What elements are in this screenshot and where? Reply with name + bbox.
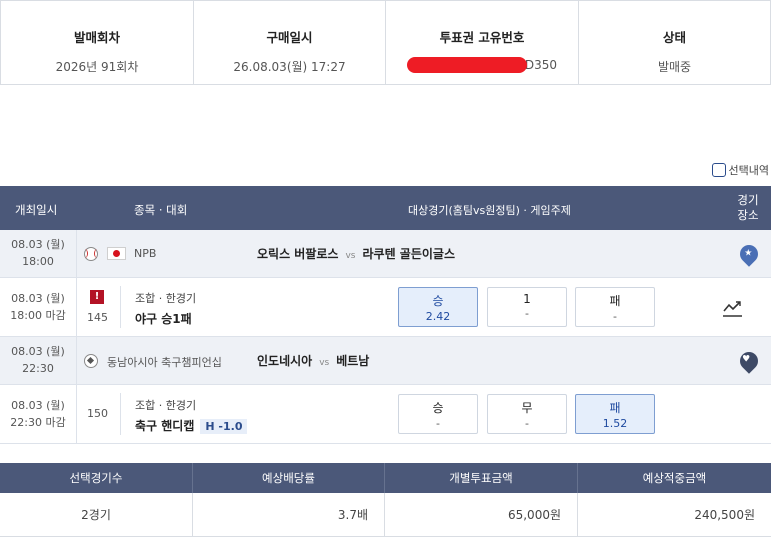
table-header: 개최일시 종목 · 대회 대상경기(홈팀vs원정팀) · 게임주제 경기 장소: [0, 186, 771, 230]
purchase-label: 구매일시: [266, 30, 313, 45]
vs-label: vs: [345, 251, 356, 261]
totals-header: 선택경기수 예상배당률 개별투표금액 예상적중금액: [0, 463, 771, 493]
redaction-bar: [406, 57, 527, 73]
soccer-ball-icon: [84, 354, 98, 368]
option-odds: -: [525, 307, 529, 320]
totals-row: 2경기 3.7배 65,000원 240,500원: [0, 493, 771, 537]
option-one[interactable]: 1 -: [487, 287, 567, 327]
purchase-value: 26.08.03(월) 17:27: [233, 60, 346, 74]
totals-table: 선택경기수 예상배당률 개별투표금액 예상적중금액 2경기 3.7배 65,00…: [0, 463, 771, 537]
bet-name: 축구 핸디캡: [135, 419, 195, 433]
game-number: 150: [87, 407, 108, 420]
option-draw[interactable]: 무 -: [487, 394, 567, 434]
divider: [120, 286, 121, 328]
round-cell: 발매회차 2026년 91회차: [1, 1, 194, 84]
bet-row: 08.03 (월) 18:00 마감 ! 145 조합 · 한경기 야구 승1패…: [0, 278, 771, 337]
match-date: 08.03 (월): [11, 238, 65, 251]
divider: [120, 393, 121, 435]
option-odds: -: [525, 417, 529, 430]
option-label: 무: [521, 401, 533, 415]
trend-chart-icon[interactable]: [722, 298, 743, 318]
japan-flag-icon: [107, 247, 126, 260]
handicap-badge: H -1.0: [200, 419, 248, 434]
option-lose[interactable]: 패 -: [575, 287, 655, 327]
option-win[interactable]: 승 -: [398, 394, 478, 434]
bet-date: 08.03 (월): [11, 292, 65, 305]
home-team: 오릭스 버팔로스: [257, 247, 339, 261]
option-lose[interactable]: 패 1.52: [575, 394, 655, 434]
option-label: 1: [523, 292, 531, 306]
selected-games-count: 2경기: [0, 493, 193, 536]
totals-header-odds: 예상배당률: [193, 463, 385, 493]
option-label: 승: [432, 294, 444, 308]
alert-icon: !: [90, 290, 104, 304]
status-label: 상태: [662, 30, 686, 45]
match-datetime: 08.03 (월) 18:00: [0, 230, 77, 277]
away-team: 라쿠텐 골든이글스: [362, 247, 455, 261]
match-time: 22:30: [22, 362, 54, 375]
bet-name: 야구 승1패: [135, 312, 192, 326]
selection-toggle[interactable]: 선택내역: [711, 162, 769, 178]
totals-header-amount: 개별투표금액: [385, 463, 578, 493]
option-win[interactable]: 승 2.42: [398, 287, 478, 327]
purchase-cell: 구매일시 26.08.03(월) 17:27: [194, 1, 386, 84]
expected-payout: 240,500원: [694, 508, 755, 522]
ticket-value: D350: [406, 57, 558, 73]
header-date: 개최일시: [15, 203, 58, 217]
match-datetime: 08.03 (월) 22:30: [0, 337, 77, 384]
bet-date: 08.03 (월): [11, 399, 65, 412]
header-sport: 종목 · 대회: [134, 203, 188, 217]
away-team: 베트남: [336, 354, 370, 368]
bet-name-group: 축구 핸디캡 H -1.0: [135, 417, 248, 434]
expected-odds: 3.7배: [193, 493, 385, 536]
bet-deadline: 08.03 (월) 22:30 마감: [0, 385, 77, 443]
bet-deadline: 08.03 (월) 18:00 마감: [0, 278, 77, 336]
league-name: NPB: [134, 247, 157, 260]
status-cell: 상태 발매중: [579, 1, 770, 84]
option-odds: 2.42: [425, 310, 451, 323]
bet-type: 조합 · 한경기: [135, 399, 197, 412]
bet-time: 18:00 마감: [10, 309, 66, 322]
option-odds: -: [613, 310, 617, 323]
bet-time: 22:30 마감: [10, 416, 66, 429]
totals-header-count: 선택경기수: [0, 463, 193, 493]
heart-pin-icon[interactable]: ♥: [736, 348, 762, 374]
match-date: 08.03 (월): [11, 345, 65, 358]
match-row: 08.03 (월) 18:00 NPB 오릭스 버팔로스 vs 라쿠텐 골든이글스 …: [0, 230, 771, 278]
game-number: 145: [87, 311, 108, 324]
option-label: 패: [609, 401, 621, 415]
header-place: 경기 장소: [737, 193, 759, 222]
option-label: 승: [432, 401, 444, 415]
match-time: 18:00: [22, 255, 54, 268]
ticket-value-suffix: D350: [524, 58, 558, 72]
match-row: 08.03 (월) 22:30 동남아시아 축구챔피언십 인도네시아 vs 베트남 …: [0, 337, 771, 385]
games-table: 개최일시 종목 · 대회 대상경기(홈팀vs원정팀) · 게임주제 경기 장소 …: [0, 186, 771, 444]
round-label: 발매회차: [73, 30, 120, 45]
star-pin-icon[interactable]: ★: [736, 241, 762, 267]
bet-row: 08.03 (월) 22:30 마감 150 조합 · 한경기 축구 핸디캡 H …: [0, 385, 771, 444]
baseball-icon: [84, 247, 98, 261]
league-name: 동남아시아 축구챔피언십: [107, 356, 222, 369]
match-teams: 인도네시아 vs 베트남: [257, 352, 369, 369]
home-team: 인도네시아: [257, 354, 313, 368]
status-value: 발매중: [657, 60, 692, 74]
round-value: 2026년 91회차: [55, 60, 139, 74]
bet-amount: 65,000원: [385, 493, 578, 536]
option-odds: 1.52: [602, 417, 628, 430]
option-label: 패: [609, 294, 621, 308]
selection-checkbox[interactable]: [711, 163, 726, 177]
option-odds: -: [436, 417, 440, 430]
ticket-label: 투표권 고유번호: [439, 30, 525, 45]
vs-label: vs: [319, 358, 330, 368]
bet-type: 조합 · 한경기: [135, 292, 197, 305]
ticket-cell: 투표권 고유번호 D350: [386, 1, 579, 84]
totals-header-payout: 예상적중금액: [642, 471, 707, 485]
ticket-summary: 발매회차 2026년 91회차 구매일시 26.08.03(월) 17:27 투…: [0, 0, 771, 85]
selection-toggle-label: 선택내역: [728, 164, 769, 177]
match-teams: 오릭스 버팔로스 vs 라쿠텐 골든이글스: [257, 245, 455, 262]
header-game: 대상경기(홈팀vs원정팀) · 게임주제: [408, 204, 571, 217]
